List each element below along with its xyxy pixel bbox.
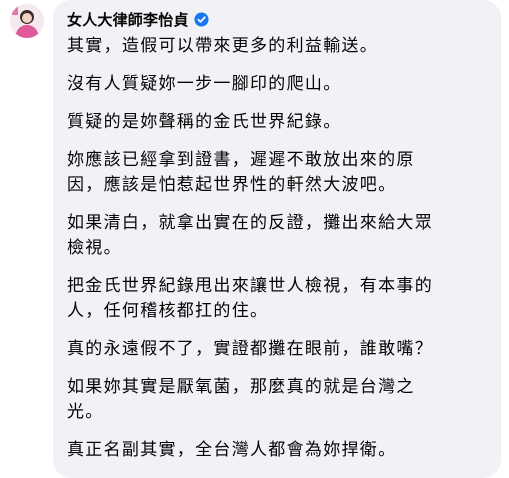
comment-paragraph: 真的永遠假不了，實證都攤在眼前，誰敢嘴？	[67, 339, 433, 359]
comment-paragraph: 沒有人質疑妳一步一腳印的爬山。	[67, 74, 342, 94]
comment-paragraph: 妳應該已經拿到證書，遲遲不敢放出來的原 因，應該是怕惹起世界性的軒然大波吧。	[67, 150, 415, 195]
comment-paragraph: 質疑的是妳聲稱的金氏世界紀錄。	[67, 112, 342, 132]
comment-body: 其實，造假可以帶來更多的利益輸送。 沒有人質疑妳一步一腳印的爬山。 質疑的是妳聲…	[67, 34, 489, 463]
avatar[interactable]	[10, 4, 44, 38]
comment-paragraph: 如果清白，就拿出實在的反證，攤出來給大眾 檢視。	[67, 213, 433, 258]
comment-bubble: 女人大律師李怡貞 其實，造假可以帶來更多的利益輸送。 沒有人質疑妳一步一腳印的爬…	[53, 0, 501, 478]
author-row: 女人大律師李怡貞	[67, 8, 489, 30]
comment-paragraph: 其實，造假可以帶來更多的利益輸送。	[67, 36, 379, 56]
comment-paragraph: 如果妳其實是厭氧菌，那麼真的就是台灣之 光。	[67, 377, 415, 422]
author-name[interactable]: 女人大律師李怡貞	[67, 9, 189, 30]
comment-container: 女人大律師李怡貞 其實，造假可以帶來更多的利益輸送。 沒有人質疑妳一步一腳印的爬…	[0, 0, 509, 478]
avatar-image	[10, 4, 44, 38]
comment-paragraph: 真正名副其實，全台灣人都會為妳捍衛。	[67, 440, 397, 460]
comment-paragraph: 把金氏世界紀錄甩出來讓世人檢視，有本事的 人，任何稽核都扛的住。	[67, 276, 433, 321]
verified-badge-icon	[194, 11, 209, 27]
